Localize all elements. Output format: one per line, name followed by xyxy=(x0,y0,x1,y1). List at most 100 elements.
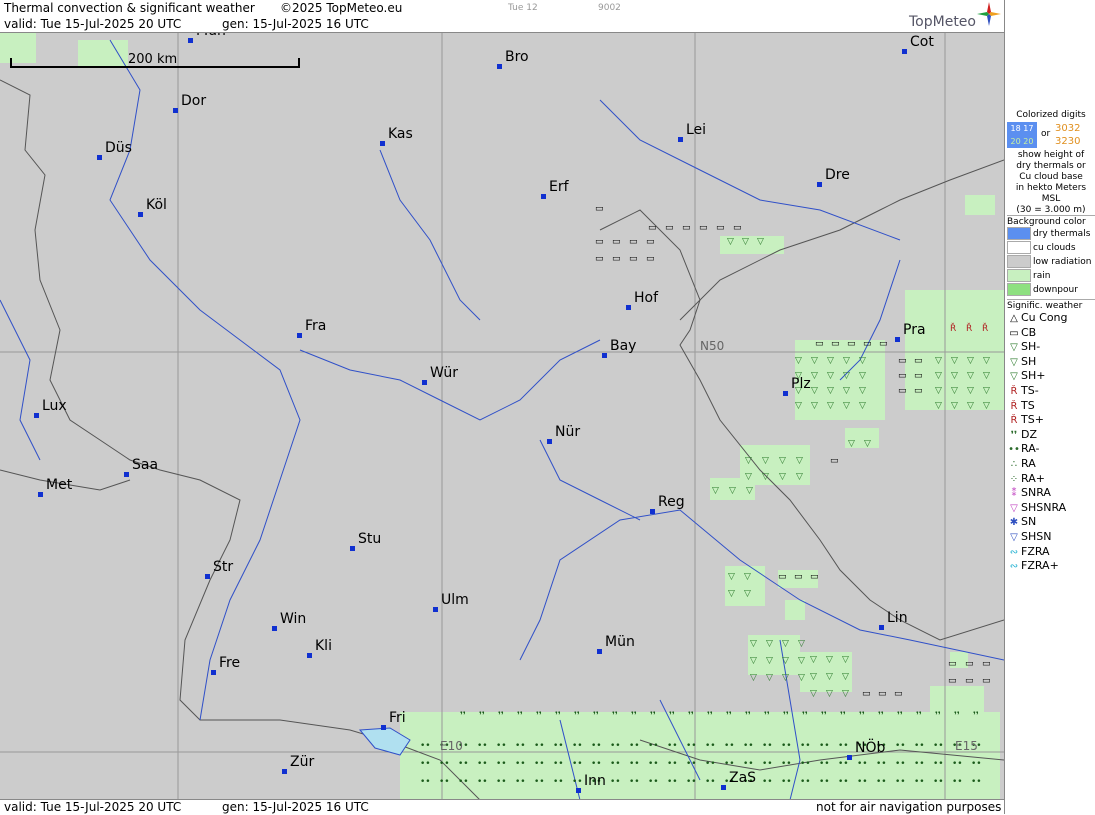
city-label-wür: Wür xyxy=(430,365,458,381)
city-marker-düs xyxy=(97,155,102,160)
city-label-met: Met xyxy=(46,477,73,493)
sigwx-label: FZRA xyxy=(1021,544,1050,558)
sigwx-legend-item: Ř TS xyxy=(1007,399,1095,414)
city-label-kas: Kas xyxy=(388,126,413,142)
grid-label-n50: N50 xyxy=(700,339,725,353)
bg-label: downpour xyxy=(1033,285,1078,295)
city-label-fre: Fre xyxy=(219,655,241,671)
sigwx-label: TS- xyxy=(1021,383,1039,397)
city-label-pra: Pra xyxy=(903,322,926,338)
sigwx-legend-item: ▽ SH- xyxy=(1007,340,1095,355)
grid-label-e15: E15 xyxy=(955,739,978,753)
city-label-fra: Fra xyxy=(305,318,327,334)
rain-heavy-icon: ⁘ xyxy=(1009,473,1019,485)
sigwx-legend-item: ∴ RA xyxy=(1007,457,1095,472)
city-label-erf: Erf xyxy=(549,179,569,195)
city-label-köl: Köl xyxy=(146,197,167,213)
city-marker-bro xyxy=(497,64,502,69)
city-marker-fri xyxy=(381,725,386,730)
sigwx-legend-item: ••RA- xyxy=(1007,442,1095,457)
drizzle-icon: ❜❜ xyxy=(1010,429,1018,441)
city-marker-lin xyxy=(879,625,884,630)
sigwx-label: CB xyxy=(1021,325,1037,339)
background-legend: Background color dry thermals cu clouds lo… xyxy=(1007,215,1095,297)
city-label-zas: ZaS xyxy=(729,770,757,786)
legend-panel: Colorized digits 18 17 20 20 or 3032 323… xyxy=(1004,0,1095,814)
sigwx-label: SH- xyxy=(1021,340,1041,354)
cb-icon: ▭ xyxy=(1009,327,1019,339)
city-marker-kas xyxy=(380,141,385,146)
city-label-cot: Cot xyxy=(910,34,934,50)
sigwx-label: SHSN xyxy=(1021,529,1052,543)
sigwx-legend-item: ▽ SHSN xyxy=(1007,530,1095,545)
sigwx-label: SH xyxy=(1021,354,1037,368)
bg-swatch xyxy=(1007,269,1031,282)
header-valid-bar: valid: Tue 15-Jul-2025 20 UTC gen: 15-Ju… xyxy=(0,16,1004,33)
city-marker-wür xyxy=(422,380,427,385)
header-bar: Thermal convection & significant weather… xyxy=(0,0,1004,16)
digits-desc-line: in hekto Meters xyxy=(1015,183,1087,193)
city-label-fri: Fri xyxy=(389,710,406,726)
city-label-ulm: Ulm xyxy=(441,592,469,608)
city-marker-saa xyxy=(124,472,129,477)
snow-icon: ✱ xyxy=(1009,517,1019,529)
bg-legend-item: low radiation xyxy=(1007,255,1095,269)
city-label-plz: Plz xyxy=(791,376,811,392)
header-valid: valid: Tue 15-Jul-2025 20 UTC xyxy=(4,17,182,31)
sigwx-legend-item: ▽ SHSNRA xyxy=(1007,501,1095,516)
city-marker-lei xyxy=(678,137,683,142)
city-marker-dor xyxy=(173,108,178,113)
digits-description: show height of dry thermals or Cu cloud ba… xyxy=(1007,150,1095,216)
sigwx-label: SH+ xyxy=(1021,369,1046,383)
city-marker-inn xyxy=(576,788,581,793)
header-gen: gen: 15-Jul-2025 16 UTC xyxy=(222,17,369,31)
city-marker-mün2 xyxy=(597,649,602,654)
footer-note: not for air navigation purposes xyxy=(816,800,1002,814)
bg-legend-item: cu clouds xyxy=(1007,241,1095,255)
map-title: Thermal convection & significant weather xyxy=(4,1,255,15)
city-marker-fre xyxy=(211,670,216,675)
city-marker-win xyxy=(272,626,277,631)
bg-label: rain xyxy=(1033,271,1051,281)
city-marker-dre xyxy=(817,182,822,187)
snow-showers-icon: ▽ xyxy=(1010,531,1018,543)
snow-rain-icon: ⁑ xyxy=(1011,488,1017,500)
sigwx-legend-item: ✱ SN xyxy=(1007,515,1095,530)
showers-heavy-icon: ▽ xyxy=(1010,371,1018,383)
sigwx-legend-item: Ř TS- xyxy=(1007,384,1095,399)
sigwx-legend-item: ▭ CB xyxy=(1007,326,1095,341)
footer-valid: valid: Tue 15-Jul-2025 20 UTC xyxy=(4,800,182,814)
city-label-nür: Nür xyxy=(555,424,581,440)
city-marker-str xyxy=(205,574,210,579)
city-marker-hof xyxy=(626,305,631,310)
sigwx-legend-item: ∾ FZRA xyxy=(1007,545,1095,560)
bg-swatch xyxy=(1007,227,1031,240)
digits-sample-d: 3230 xyxy=(1055,136,1081,147)
city-label-dre: Dre xyxy=(825,167,850,183)
city-label-str: Str xyxy=(213,559,234,575)
digits-desc-line: show height of xyxy=(1017,150,1085,160)
city-marker-erf xyxy=(541,194,546,199)
footer-gen: gen: 15-Jul-2025 16 UTC xyxy=(222,800,369,814)
city-label-düs: Düs xyxy=(105,140,132,156)
digits-sample-c: 3032 xyxy=(1055,123,1081,134)
copyright: ©2025 TopMeteo.eu xyxy=(280,1,403,15)
sigwx-label: SNRA xyxy=(1021,486,1051,500)
city-marker-met xyxy=(38,492,43,497)
city-marker-zas xyxy=(721,785,726,790)
city-marker-pra xyxy=(895,337,900,342)
city-label-bro: Bro xyxy=(505,49,529,65)
scale-bar: 200 km xyxy=(10,52,300,68)
city-marker-stu xyxy=(350,546,355,551)
rain-light-icon: •• xyxy=(1008,444,1020,456)
sigwx-legend-item: ⁑ SNRA xyxy=(1007,486,1095,501)
digits-title: Colorized digits xyxy=(1016,110,1086,120)
freezing-rain-icon: ∾ xyxy=(1009,546,1019,558)
sigwx-legend-item: Ř TS+ xyxy=(1007,413,1095,428)
sigwx-label: TS xyxy=(1021,398,1035,412)
city-marker-reg xyxy=(650,509,655,514)
city-label-stu: Stu xyxy=(358,531,382,547)
code-label: 9002 xyxy=(598,3,621,13)
digits-or: or xyxy=(1041,129,1051,139)
sigwx-legend-item: △ Cu Cong xyxy=(1007,311,1095,326)
